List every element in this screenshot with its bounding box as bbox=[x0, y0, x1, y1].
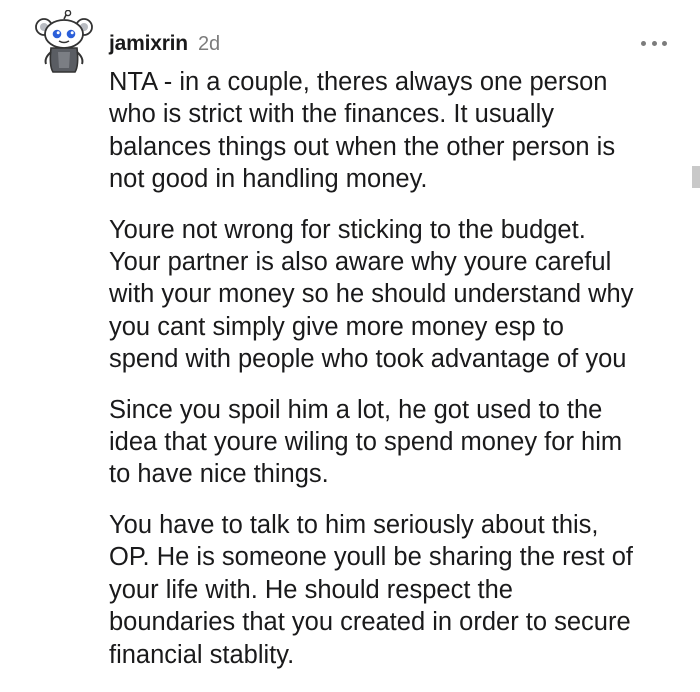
paragraph-line: with your money so he should understand … bbox=[109, 280, 634, 309]
comment-paragraph: Since you spoil him a lot, he got used t… bbox=[109, 394, 689, 491]
comment: jamixrin 2d NTA - in a couple, theres al… bbox=[0, 0, 700, 692]
comment-paragraph: NTA - in a couple, theres always one per… bbox=[109, 66, 689, 196]
paragraph-line: Since you spoil him a lot, he got used t… bbox=[109, 395, 603, 424]
paragraph-line: balances things out when the other perso… bbox=[109, 132, 616, 161]
scrollbar-thumb[interactable] bbox=[692, 166, 700, 188]
comment-paragraph: Youre not wrong for sticking to the budg… bbox=[109, 214, 689, 376]
timestamp: 2d bbox=[197, 32, 221, 55]
paragraph-line: idea that youre wiling to spend money fo… bbox=[109, 428, 623, 457]
paragraph-line: spend with people who took advantage of … bbox=[109, 345, 627, 374]
more-dot bbox=[662, 40, 667, 46]
paragraph-line: boundaries that you created in order to … bbox=[109, 608, 631, 637]
comment-header: jamixrin 2d bbox=[109, 30, 220, 58]
avatar[interactable] bbox=[34, 9, 94, 74]
paragraph-line: Your partner is also aware why youre car… bbox=[109, 248, 612, 277]
more-dot bbox=[651, 40, 657, 46]
paragraph-line: you cant simply give more money esp to bbox=[109, 312, 564, 341]
comment-paragraph: You have to talk to him seriously about … bbox=[109, 509, 689, 671]
paragraph-line: Youre not wrong for sticking to the budg… bbox=[109, 215, 586, 244]
more-options-icon[interactable] bbox=[641, 35, 667, 51]
username[interactable]: jamixrin bbox=[109, 32, 188, 56]
paragraph-line: NTA - in a couple, theres always one per… bbox=[109, 68, 608, 96]
comment-body: NTA - in a couple, theres always one per… bbox=[109, 66, 689, 689]
paragraph-line: You have to talk to him seriously about … bbox=[109, 510, 599, 539]
paragraph-line: not good in handling money. bbox=[109, 165, 428, 194]
paragraph-line: your life with. He should respect the bbox=[109, 575, 513, 604]
snoo-avatar-icon bbox=[35, 9, 93, 73]
paragraph-line: to have nice things. bbox=[109, 460, 329, 489]
more-dot bbox=[641, 40, 646, 46]
paragraph-line: OP. He is someone youll be sharing the r… bbox=[109, 543, 633, 572]
paragraph-line: who is strict with the finances. It usua… bbox=[109, 100, 555, 129]
paragraph-line: financial stablity. bbox=[109, 640, 295, 669]
